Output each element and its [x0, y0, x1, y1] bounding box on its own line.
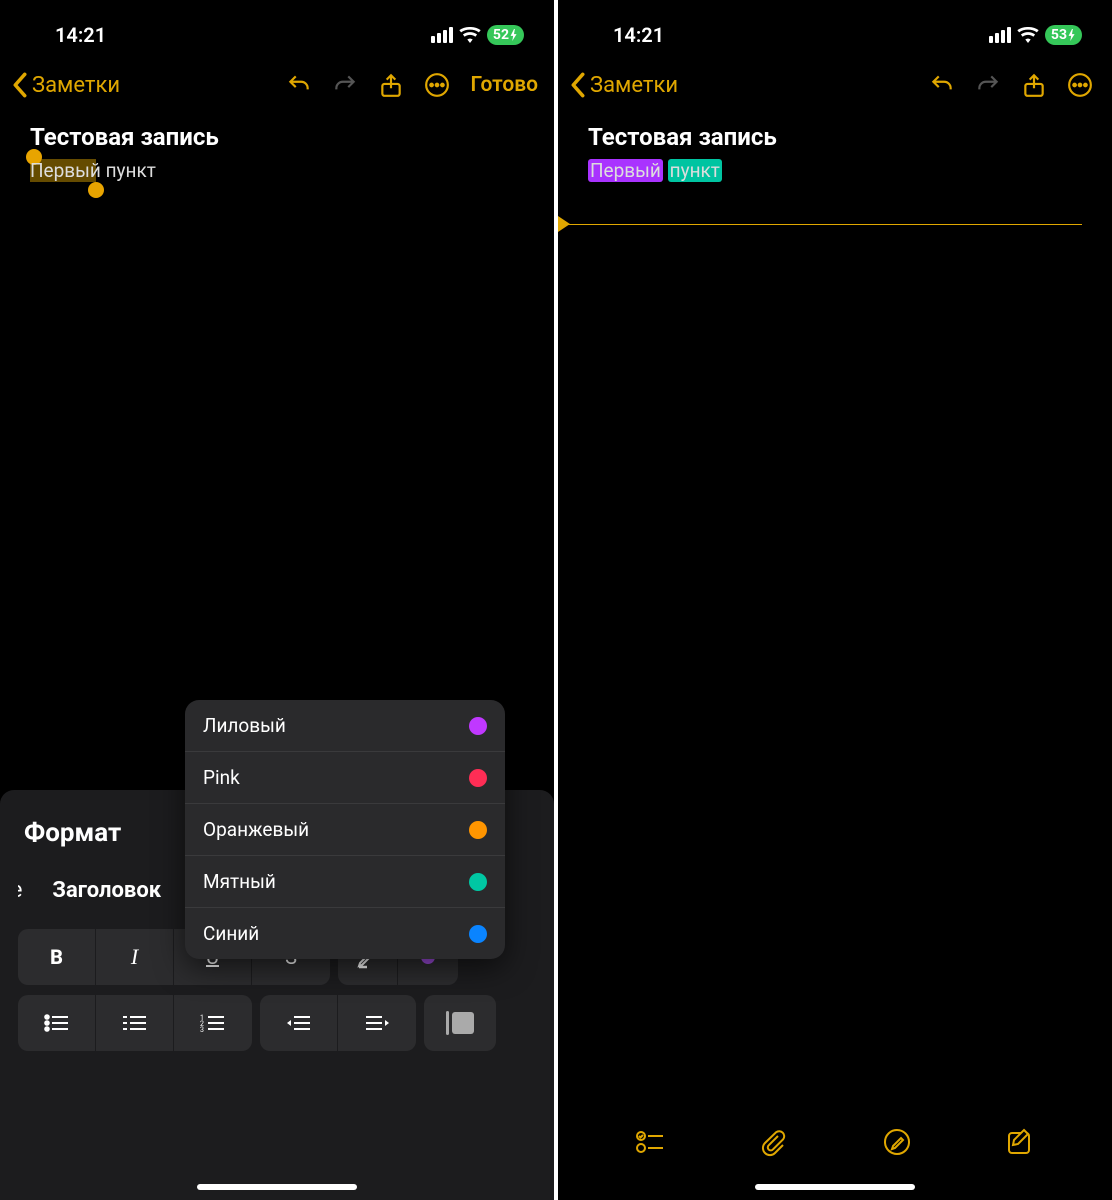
markup-button[interactable] — [881, 1126, 913, 1158]
attachment-button[interactable] — [757, 1126, 789, 1158]
italic-button[interactable]: I — [96, 929, 174, 985]
style-prev-fragment[interactable]: ие — [18, 878, 22, 903]
color-option-blue[interactable]: Синий — [185, 908, 505, 959]
indent-button[interactable] — [338, 995, 416, 1051]
highlighted-word-purple: Первый — [588, 159, 663, 182]
share-button[interactable] — [1014, 65, 1054, 105]
dash-list-button[interactable] — [96, 995, 174, 1051]
signal-icon — [989, 27, 1011, 43]
status-bar: 14:21 53 — [558, 0, 1112, 55]
undo-button[interactable] — [279, 65, 319, 105]
note-line[interactable]: Первый пункт — [30, 159, 524, 182]
svg-text:3: 3 — [200, 1026, 204, 1033]
more-button[interactable] — [417, 65, 457, 105]
indent-group — [260, 995, 416, 1051]
nav-bar: Заметки Готово — [0, 55, 554, 115]
selection-handle-end[interactable] — [88, 182, 104, 198]
outdent-button[interactable] — [260, 995, 338, 1051]
done-button[interactable]: Готово — [463, 73, 542, 97]
battery-indicator: 52 — [487, 25, 524, 45]
status-right: 52 — [431, 25, 524, 45]
wifi-icon — [1017, 27, 1039, 43]
checklist-button[interactable] — [634, 1126, 666, 1158]
swatch-blue — [469, 925, 487, 943]
status-right: 53 — [989, 25, 1082, 45]
note-title: Тестовая запись — [30, 123, 524, 151]
color-option-mint[interactable]: Мятный — [185, 856, 505, 908]
numbered-list-button[interactable]: 123 — [174, 995, 252, 1051]
color-option-purple[interactable]: Лиловый — [185, 700, 505, 752]
compose-button[interactable] — [1004, 1126, 1036, 1158]
back-button[interactable]: Заметки — [570, 72, 678, 98]
phone-right: 14:21 53 Заметки Тестовая запис — [558, 0, 1112, 1200]
color-option-orange[interactable]: Оранжевый — [185, 804, 505, 856]
swatch-mint — [469, 873, 487, 891]
status-bar: 14:21 52 — [0, 0, 554, 55]
share-button[interactable] — [371, 65, 411, 105]
battery-indicator: 53 — [1045, 25, 1082, 45]
home-indicator[interactable] — [755, 1184, 915, 1190]
swatch-orange — [469, 821, 487, 839]
status-time: 14:21 — [55, 23, 106, 47]
back-button[interactable]: Заметки — [12, 72, 120, 98]
undo-button[interactable] — [922, 65, 962, 105]
list-group: 123 — [18, 995, 252, 1051]
highlighted-word-mint: пункт — [668, 159, 722, 182]
status-time: 14:21 — [613, 23, 664, 47]
more-button[interactable] — [1060, 65, 1100, 105]
signal-icon — [431, 27, 453, 43]
cursor-line — [558, 224, 1082, 225]
color-popup: Лиловый Pink Оранжевый Мятный Синий — [185, 700, 505, 959]
style-heading[interactable]: Заголовок — [52, 878, 161, 903]
swatch-purple — [469, 717, 487, 735]
bullet-list-button[interactable] — [18, 995, 96, 1051]
note-body[interactable]: Тестовая запись Первый пункт — [558, 115, 1112, 190]
phone-left: 14:21 52 Заметки Готово Тес — [0, 0, 554, 1200]
nav-bar: Заметки — [558, 55, 1112, 115]
home-indicator[interactable] — [197, 1184, 357, 1190]
note-line[interactable]: Первый пункт — [588, 159, 1082, 182]
note-body[interactable]: Тестовая запись Первый пункт — [0, 115, 554, 190]
bold-button[interactable]: B — [18, 929, 96, 985]
redo-button[interactable] — [325, 65, 365, 105]
wifi-icon — [459, 27, 481, 43]
block-quote-button[interactable] — [424, 995, 496, 1051]
swatch-pink — [469, 769, 487, 787]
note-title: Тестовая запись — [588, 123, 1082, 151]
bottom-toolbar — [558, 1112, 1112, 1172]
color-option-pink[interactable]: Pink — [185, 752, 505, 804]
redo-button[interactable] — [968, 65, 1008, 105]
